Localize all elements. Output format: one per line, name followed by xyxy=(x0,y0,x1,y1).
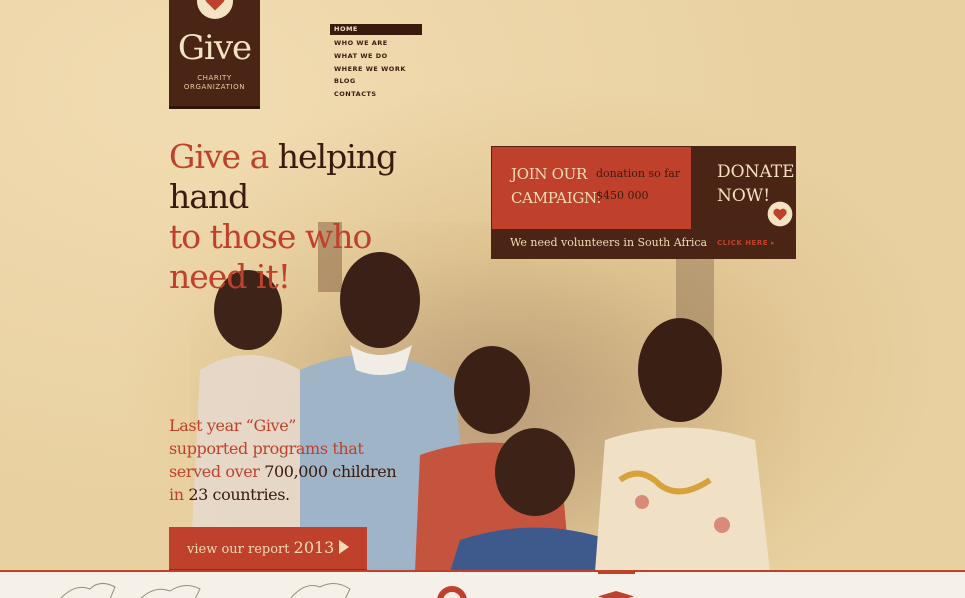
stats-line-1: Last year “Give” xyxy=(169,416,297,435)
headline-part-1: Give a xyxy=(169,137,269,176)
nav-item-home[interactable]: HOME xyxy=(330,24,422,35)
section-tab-accent xyxy=(598,570,635,574)
stats-line-2: supported programs that xyxy=(169,439,364,458)
headline-part-2: to those who xyxy=(169,217,372,256)
campaign-banner: JOIN OUR CAMPAIGN: donation so far $450 … xyxy=(491,146,796,259)
nav-item-contacts[interactable]: CONTACTS xyxy=(330,88,422,101)
click-here-link[interactable]: CLICK HERE ▸ xyxy=(717,239,775,247)
page: Give CHARITY ORGANIZATION HOME WHO WE AR… xyxy=(0,0,965,598)
headline-part-3: need it! xyxy=(169,257,291,296)
lifebuoy-icon xyxy=(437,586,467,598)
stats-line-4-dark: 23 countries. xyxy=(188,485,290,504)
bottom-section xyxy=(0,570,965,598)
report-year: 2013 xyxy=(293,538,335,557)
stats-line-3-dark: 700,000 children xyxy=(264,462,397,481)
graduation-cap-icon xyxy=(598,591,634,598)
logo[interactable]: Give CHARITY ORGANIZATION xyxy=(169,0,260,109)
nav-item-what-we-do[interactable]: WHAT WE DO xyxy=(330,50,422,63)
donate-line-1: DONATE xyxy=(717,162,795,182)
stats-text: Last year “Give” supported programs that… xyxy=(169,414,399,506)
donation-amount: $450 000 xyxy=(596,189,649,202)
nav-item-who-we-are[interactable]: WHO WE ARE xyxy=(330,37,422,50)
join-line-1: JOIN OUR xyxy=(511,165,587,183)
stats-line-4-red: in xyxy=(169,485,184,504)
stats-line-3-red: served over xyxy=(169,462,260,481)
donation-label: donation so far xyxy=(596,167,681,180)
hero-headline: Give a helping hand to those who need it… xyxy=(169,137,469,297)
logo-subtitle: CHARITY ORGANIZATION xyxy=(169,74,260,92)
click-here-label: CLICK HERE xyxy=(717,239,769,247)
view-report-button[interactable]: view our report 2013 xyxy=(169,527,367,572)
logo-subtitle-line1: CHARITY xyxy=(197,74,232,82)
view-report-label: view our report 2013 xyxy=(187,538,334,557)
heart-icon xyxy=(767,201,793,227)
arrow-right-icon xyxy=(339,540,349,554)
stats-line-3: served over 700,000 children xyxy=(169,460,399,483)
volunteers-bar[interactable]: We need volunteers in South Africa CLICK… xyxy=(491,229,796,259)
join-campaign-title: JOIN OUR CAMPAIGN: xyxy=(511,162,601,210)
arrow-right-icon: ▸ xyxy=(770,239,775,247)
logo-wordmark: Give xyxy=(177,28,252,68)
heart-icon xyxy=(196,0,234,20)
join-campaign-panel[interactable]: JOIN OUR CAMPAIGN: donation so far $450 … xyxy=(491,146,692,230)
nav-item-where-we-work[interactable]: WHERE WE WORK xyxy=(330,63,422,76)
world-map-icon xyxy=(60,583,351,598)
main-nav: HOME WHO WE ARE WHAT WE DO WHERE WE WORK… xyxy=(330,24,422,101)
report-label-text: view our report xyxy=(187,542,290,557)
volunteers-text: We need volunteers in South Africa xyxy=(510,236,708,249)
logo-subtitle-line2: ORGANIZATION xyxy=(183,83,246,91)
donate-now-button[interactable]: DONATE NOW! xyxy=(691,146,796,229)
join-line-2: CAMPAIGN: xyxy=(511,189,602,207)
stats-line-4: in 23 countries. xyxy=(169,483,399,506)
nav-item-blog[interactable]: BLOG xyxy=(330,75,422,88)
